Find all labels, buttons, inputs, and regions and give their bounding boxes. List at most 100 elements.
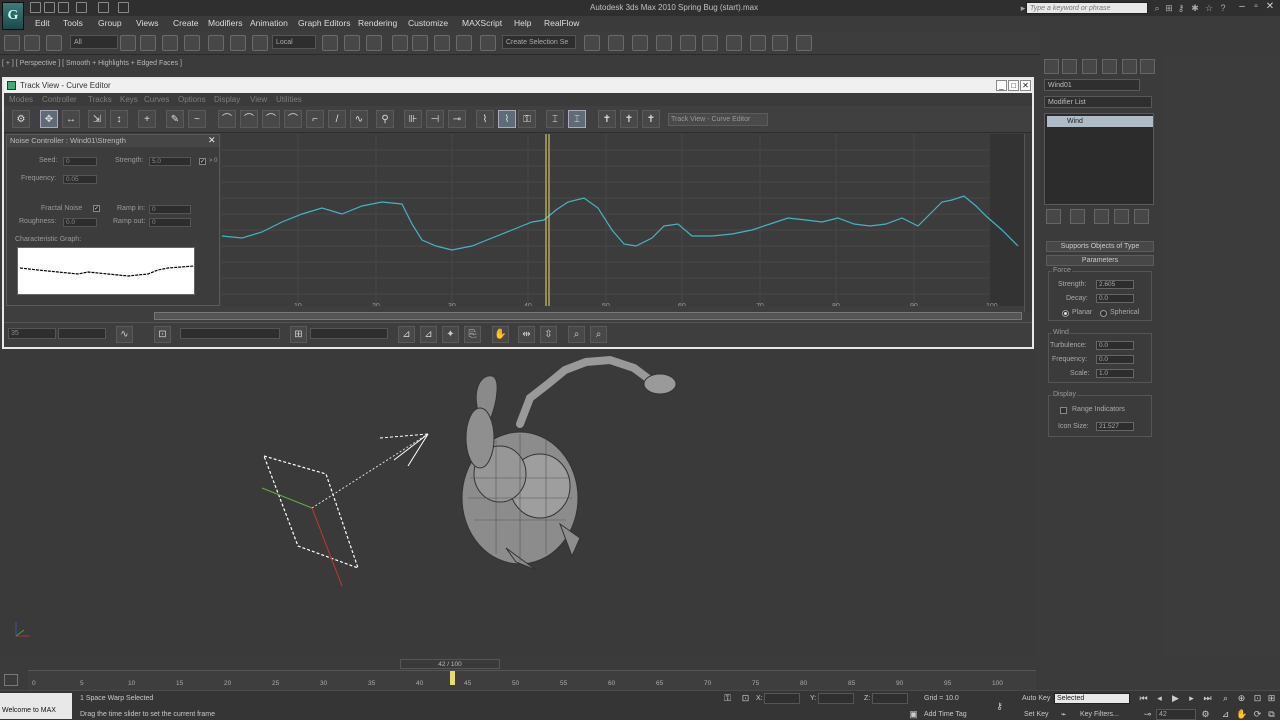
noise-close-button[interactable]: ✕ — [208, 135, 216, 146]
key-mode-toggle-icon[interactable]: ⊸ — [1142, 709, 1153, 720]
key-mode-dropdown[interactable]: Selected — [1054, 693, 1130, 704]
field-of-view-icon[interactable]: ⊿ — [1220, 709, 1231, 720]
zoom-icon[interactable]: ⌕ — [568, 326, 585, 343]
hierarchy-tab-icon[interactable] — [1082, 59, 1097, 74]
make-unique-icon[interactable] — [1094, 209, 1109, 224]
tv-menu-tracks[interactable]: Tracks — [88, 95, 112, 104]
time-config-icon[interactable]: ⚙ — [1200, 709, 1211, 720]
remove-modifier-icon[interactable] — [1114, 209, 1129, 224]
tangent-step-icon[interactable]: ⌐ — [306, 110, 324, 128]
trackview-name-field[interactable]: Track View - Curve Editor — [668, 113, 768, 126]
parameters-rollout[interactable]: Parameters — [1046, 255, 1154, 266]
timeline-track[interactable]: 0 5 10 15 20 25 30 35 40 45 50 55 60 65 … — [28, 670, 1036, 690]
scale-keys-icon[interactable]: ⇲ — [88, 110, 106, 128]
turbulence-spinner[interactable]: 0.0 — [1096, 341, 1134, 350]
tv-menu-utilities[interactable]: Utilities — [276, 95, 302, 104]
tools-icon[interactable]: ✱ — [1190, 3, 1200, 13]
menu-rendering[interactable]: Rendering — [358, 18, 397, 28]
snaps-toggle-icon[interactable] — [392, 35, 408, 51]
zoom-horizontal-extents-icon[interactable]: ⇹ — [518, 326, 535, 343]
modifier-list-dropdown[interactable]: Modifier List — [1044, 96, 1152, 108]
show-selected-keys-icon[interactable]: ∿ — [116, 326, 133, 343]
ease-curve-icon[interactable]: ⌶ — [546, 110, 564, 128]
curve-vertical-scrollbar[interactable] — [1024, 134, 1032, 312]
render-setup-icon[interactable] — [750, 35, 766, 51]
stack-item-wind[interactable]: Wind — [1047, 116, 1153, 127]
rotate-icon[interactable] — [230, 35, 246, 51]
slide-keys-icon[interactable]: ↔ — [62, 110, 80, 128]
add-time-tag-button[interactable]: Add Time Tag — [924, 711, 967, 718]
select-manipulate-icon[interactable] — [344, 35, 360, 51]
layer-manager-icon[interactable] — [632, 35, 648, 51]
edit-named-sel-icon[interactable] — [480, 35, 496, 51]
trackview-close-button[interactable]: ✕ — [1020, 80, 1031, 91]
frequency-field[interactable]: 0.05 — [63, 175, 97, 184]
auto-key-button[interactable]: Auto Key — [1022, 695, 1050, 702]
network-icon[interactable]: ⊞ — [1164, 3, 1174, 13]
tangent-linear-icon[interactable]: / — [328, 110, 346, 128]
maximize-viewport-icon[interactable]: ⧉ — [1266, 709, 1277, 720]
pivot-center-icon[interactable] — [322, 35, 338, 51]
modifier-stack[interactable]: Wind — [1044, 113, 1154, 205]
frame-field[interactable]: 35 — [8, 328, 56, 339]
planar-radio[interactable] — [1062, 310, 1069, 317]
minimize-button[interactable]: – — [1236, 1, 1248, 13]
frequency-spinner[interactable]: 0.0 — [1096, 355, 1134, 364]
snap-frames-icon[interactable]: ⊪ — [404, 110, 422, 128]
maxscript-listener[interactable]: Welcome to MAX — [0, 693, 72, 719]
spinner-snap-icon[interactable] — [456, 35, 472, 51]
motion-tab-icon[interactable] — [1102, 59, 1117, 74]
window-crossing-icon[interactable] — [184, 35, 200, 51]
selection-set-dropdown[interactable] — [310, 328, 388, 339]
curve-editor-graph[interactable]: 10 20 30 40 50 60 70 80 90 100 — [222, 134, 1024, 306]
project-icon[interactable] — [118, 2, 129, 13]
scale-icon[interactable] — [252, 35, 268, 51]
previous-frame-icon[interactable]: ◂ — [1154, 693, 1165, 704]
perspective-viewport[interactable] — [0, 348, 1036, 656]
pan-view-icon[interactable]: ✋ — [1236, 709, 1247, 720]
multiplier-curve-icon[interactable]: ⌶ — [568, 110, 586, 128]
current-frame-field[interactable]: 42 — [1156, 709, 1196, 720]
move-icon[interactable] — [208, 35, 224, 51]
angle-snap-icon[interactable] — [412, 35, 428, 51]
selection-filter-dropdown[interactable]: All — [70, 35, 118, 49]
z-coordinate-field[interactable] — [872, 693, 908, 704]
decay-spinner[interactable]: 0.0 — [1096, 294, 1134, 303]
spring-bug-mesh[interactable] — [461, 355, 677, 571]
x-coordinate-field[interactable] — [764, 693, 800, 704]
zoom-selected-icon[interactable]: ⊡ — [154, 326, 171, 343]
show-all-tangents-icon[interactable]: ⌇ — [498, 110, 516, 128]
menu-animation[interactable]: Animation — [250, 18, 288, 28]
tangent-slow-icon[interactable]: ⌒ — [284, 110, 302, 128]
mini-curve-icon[interactable] — [4, 674, 18, 686]
fractal-noise-checkbox[interactable]: ✓ — [93, 205, 100, 212]
tv-menu-keys[interactable]: Keys — [120, 95, 138, 104]
nav-sync-icon[interactable]: ✦ — [442, 326, 459, 343]
wind-spacewarp-gizmo[interactable] — [261, 433, 429, 587]
align-icon[interactable] — [608, 35, 624, 51]
add-keys-icon[interactable]: + — [138, 110, 156, 128]
star-icon[interactable]: ☆ — [1204, 3, 1214, 13]
noise-strength-curve[interactable] — [222, 195, 1019, 251]
menu-tools[interactable]: Tools — [63, 18, 83, 28]
draw-curves-icon[interactable]: ✎ — [166, 110, 184, 128]
y-coordinate-field[interactable] — [818, 693, 854, 704]
menu-realflow[interactable]: RealFlow — [544, 18, 579, 28]
zoom-all-icon[interactable]: ⊕ — [1236, 693, 1247, 704]
new-icon[interactable] — [30, 2, 41, 13]
tangent-custom-icon[interactable]: ⌒ — [240, 110, 258, 128]
current-frame-marker[interactable] — [450, 671, 455, 685]
menu-views[interactable]: Views — [136, 18, 159, 28]
tv-menu-display[interactable]: Display — [214, 95, 240, 104]
search-arrow-icon[interactable]: ▸ — [1018, 3, 1028, 13]
strength-spinner[interactable]: 2.605 — [1096, 280, 1134, 289]
select-link-icon[interactable] — [4, 35, 20, 51]
menu-create[interactable]: Create — [173, 18, 199, 28]
close-button[interactable]: ✕ — [1264, 1, 1276, 13]
show-keyable-icon[interactable]: ⊸ — [448, 110, 466, 128]
tv-menu-options[interactable]: Options — [178, 95, 206, 104]
tv-menu-controller[interactable]: Controller — [42, 95, 77, 104]
key-stats-icon[interactable]: ⊞ — [290, 326, 307, 343]
biped-layer-icon[interactable]: ✝ — [620, 110, 638, 128]
maximize-button[interactable]: ▫ — [1250, 1, 1262, 13]
